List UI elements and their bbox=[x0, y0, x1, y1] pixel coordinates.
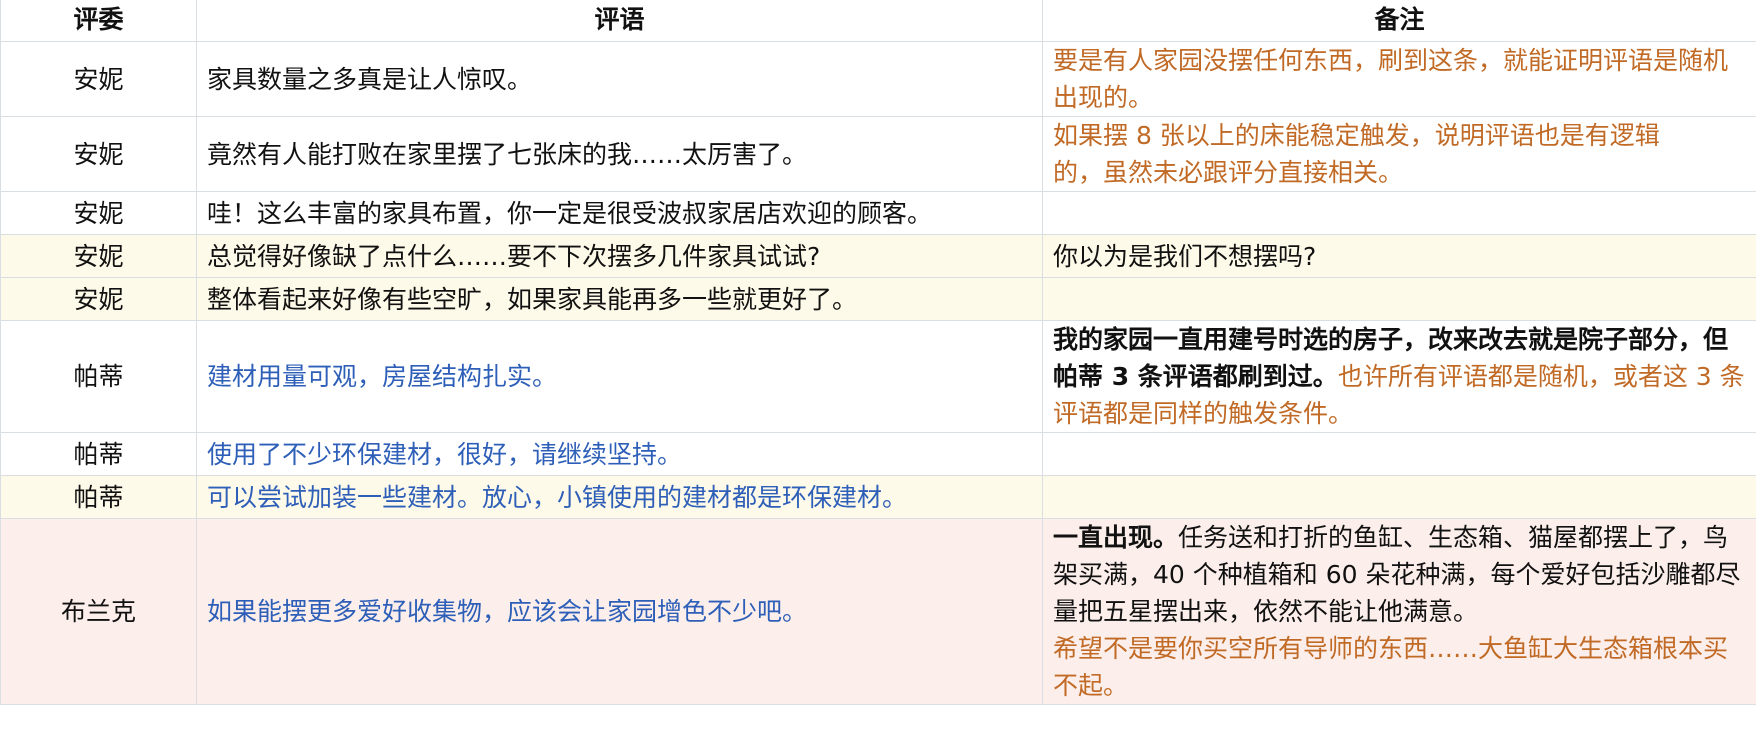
comment-cell: 总觉得好像缺了点什么……要不下次摆多几件家具试试? bbox=[196, 234, 1043, 278]
table-row: 安妮 哇！这么丰富的家具布置，你一定是很受波叔家居店欢迎的顾客。 bbox=[0, 191, 1756, 235]
note-cell: 要是有人家园没摆任何东西，刷到这条，就能证明评语是随机出现的。 bbox=[1042, 41, 1756, 117]
comment-cell: 家具数量之多真是让人惊叹。 bbox=[196, 41, 1043, 117]
note-cell bbox=[1042, 277, 1756, 321]
comment-cell: 使用了不少环保建材，很好，请继续坚持。 bbox=[196, 432, 1043, 476]
note-text: 如果摆 8 张以上的床能稳定触发，说明评语也是有逻辑的，虽然未必跟评分直接相关。 bbox=[1053, 121, 1660, 187]
comment-cell: 如果能摆更多爱好收集物，应该会让家园增色不少吧。 bbox=[196, 518, 1043, 705]
table-row: 帕蒂 可以尝试加装一些建材。放心，小镇使用的建材都是环保建材。 bbox=[0, 475, 1756, 519]
column-header-comment: 评语 bbox=[196, 0, 1043, 42]
note-cell: 你以为是我们不想摆吗? bbox=[1042, 234, 1756, 278]
judge-cell: 帕蒂 bbox=[0, 432, 197, 476]
judge-cell: 安妮 bbox=[0, 41, 197, 117]
note-cell: 如果摆 8 张以上的床能稳定触发，说明评语也是有逻辑的，虽然未必跟评分直接相关。 bbox=[1042, 116, 1756, 192]
table-row: 布兰克 如果能摆更多爱好收集物，应该会让家园增色不少吧。 一直出现。任务送和打折… bbox=[0, 518, 1756, 705]
judge-cell: 帕蒂 bbox=[0, 475, 197, 519]
note-cell bbox=[1042, 191, 1756, 235]
table-row: 帕蒂 建材用量可观，房屋结构扎实。 我的家园一直用建号时选的房子，改来改去就是院… bbox=[0, 320, 1756, 433]
judge-cell: 安妮 bbox=[0, 277, 197, 321]
judge-cell: 布兰克 bbox=[0, 518, 197, 705]
note-text: 要是有人家园没摆任何东西，刷到这条，就能证明评语是随机出现的。 bbox=[1053, 46, 1729, 112]
column-header-note: 备注 bbox=[1042, 0, 1756, 42]
note-cell bbox=[1042, 475, 1756, 519]
judge-cell: 帕蒂 bbox=[0, 320, 197, 433]
judge-cell: 安妮 bbox=[0, 116, 197, 192]
judge-cell: 安妮 bbox=[0, 234, 197, 278]
comment-cell: 建材用量可观，房屋结构扎实。 bbox=[196, 320, 1043, 433]
table-row: 帕蒂 使用了不少环保建材，很好，请继续坚持。 bbox=[0, 432, 1756, 476]
judge-comments-table: 评委 评语 备注 安妮 家具数量之多真是让人惊叹。 要是有人家园没摆任何东西，刷… bbox=[0, 0, 1756, 705]
column-header-judge: 评委 bbox=[0, 0, 197, 42]
table-row: 安妮 总觉得好像缺了点什么……要不下次摆多几件家具试试? 你以为是我们不想摆吗? bbox=[0, 234, 1756, 278]
table-header-row: 评委 评语 备注 bbox=[0, 0, 1756, 42]
note-text: 你以为是我们不想摆吗? bbox=[1053, 241, 1317, 271]
note-cell bbox=[1042, 432, 1756, 476]
comment-cell: 整体看起来好像有些空旷，如果家具能再多一些就更好了。 bbox=[196, 277, 1043, 321]
table-row: 安妮 家具数量之多真是让人惊叹。 要是有人家园没摆任何东西，刷到这条，就能证明评… bbox=[0, 41, 1756, 117]
table-row: 安妮 竟然有人能打败在家里摆了七张床的我……太厉害了。 如果摆 8 张以上的床能… bbox=[0, 116, 1756, 192]
table-row: 安妮 整体看起来好像有些空旷，如果家具能再多一些就更好了。 bbox=[0, 277, 1756, 321]
note-cell: 一直出现。任务送和打折的鱼缸、生态箱、猫屋都摆上了，鸟架买满，40 个种植箱和 … bbox=[1042, 518, 1756, 705]
note-cell: 我的家园一直用建号时选的房子，改来改去就是院子部分，但帕蒂 3 条评语都刷到过。… bbox=[1042, 320, 1756, 433]
comment-cell: 可以尝试加装一些建材。放心，小镇使用的建材都是环保建材。 bbox=[196, 475, 1043, 519]
note-text: 希望不是要你买空所有导师的东西……大鱼缸大生态箱根本买不起。 bbox=[1053, 634, 1729, 700]
judge-cell: 安妮 bbox=[0, 191, 197, 235]
comment-cell: 竟然有人能打败在家里摆了七张床的我……太厉害了。 bbox=[196, 116, 1043, 192]
comment-cell: 哇！这么丰富的家具布置，你一定是很受波叔家居店欢迎的顾客。 bbox=[196, 191, 1043, 235]
note-bold-text: 一直出现。 bbox=[1053, 523, 1179, 552]
